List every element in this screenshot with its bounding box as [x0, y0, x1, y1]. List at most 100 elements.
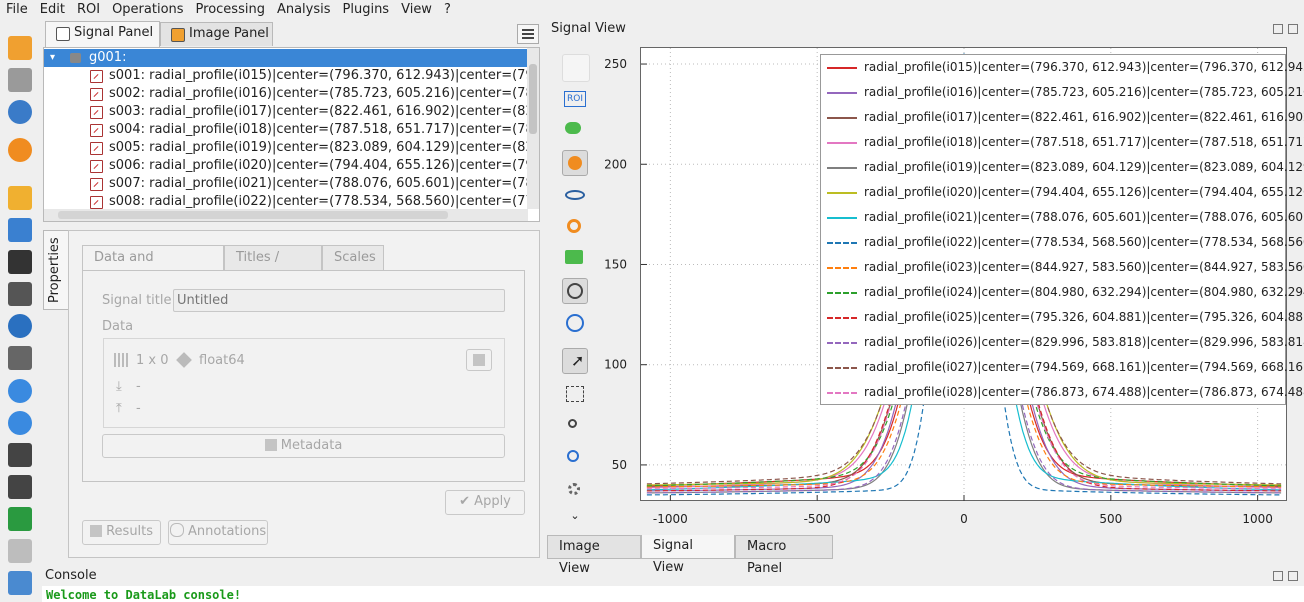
- close-icon[interactable]: [1288, 24, 1298, 34]
- eye-icon[interactable]: [562, 182, 588, 208]
- y-tick-label: 150: [604, 257, 627, 271]
- new-signal-icon[interactable]: [8, 36, 32, 60]
- save-icon[interactable]: [8, 68, 32, 92]
- legend-entry[interactable]: radial_profile(i024)|center=(804.980, 63…: [821, 285, 1304, 301]
- rectangle-select-icon[interactable]: [562, 381, 588, 407]
- save-all-icon[interactable]: [8, 282, 32, 306]
- console-area[interactable]: Welcome to DataLab console!: [42, 586, 1304, 602]
- zoom-icon[interactable]: [8, 100, 32, 124]
- open-folder-icon[interactable]: [8, 186, 32, 210]
- data-label: Data: [102, 319, 134, 334]
- cross-section-icon[interactable]: [562, 278, 588, 304]
- menu-plugins[interactable]: Plugins: [337, 0, 396, 20]
- autoscale-icon[interactable]: [562, 214, 588, 240]
- view-data-button[interactable]: [466, 349, 492, 371]
- import-icon[interactable]: [8, 346, 32, 370]
- comment-icon[interactable]: [562, 246, 588, 272]
- delete-icon[interactable]: [8, 475, 32, 499]
- ellipse-annotation-icon[interactable]: [562, 118, 588, 144]
- menu-file[interactable]: File: [0, 0, 34, 20]
- table-icon: [473, 354, 485, 366]
- legend-swatch: [827, 192, 857, 194]
- select-pointer-icon[interactable]: ➚: [562, 348, 588, 374]
- duplicate-icon[interactable]: [8, 443, 32, 467]
- shape-value: 1 x 0: [136, 353, 169, 368]
- zoom-small-icon[interactable]: [562, 413, 588, 439]
- tab-image-panel[interactable]: Image Panel: [160, 22, 273, 46]
- menu-roi[interactable]: ROI: [71, 0, 106, 20]
- run-icon[interactable]: [8, 507, 32, 531]
- gear-icon[interactable]: [562, 477, 588, 503]
- tab-image-view[interactable]: Image View: [547, 535, 641, 576]
- legend-entry[interactable]: radial_profile(i023)|center=(844.927, 58…: [821, 260, 1304, 276]
- legend-swatch: [827, 117, 857, 119]
- menu-operations[interactable]: Operations: [106, 0, 189, 20]
- settings-icon[interactable]: [8, 138, 32, 162]
- view-icon[interactable]: [8, 571, 32, 595]
- scrollbar-thumb[interactable]: [529, 64, 537, 134]
- signal-title-input[interactable]: [173, 289, 505, 312]
- menu-help[interactable]: ?: [438, 0, 457, 20]
- copy-icon[interactable]: [8, 539, 32, 563]
- legend-entry[interactable]: radial_profile(i021)|center=(788.076, 60…: [821, 210, 1304, 226]
- scrollbar-thumb[interactable]: [58, 211, 448, 219]
- refresh-icon[interactable]: [8, 314, 32, 338]
- tab-signal-view[interactable]: Signal View: [641, 535, 735, 575]
- array-shape-icon: [114, 353, 128, 367]
- legend-entry[interactable]: radial_profile(i015)|center=(796.370, 61…: [821, 60, 1304, 76]
- menu-processing[interactable]: Processing: [190, 0, 271, 20]
- legend-entry[interactable]: radial_profile(i020)|center=(794.404, 65…: [821, 185, 1304, 201]
- color-settings-icon[interactable]: [562, 150, 588, 176]
- legend-entry[interactable]: radial_profile(i018)|center=(787.518, 65…: [821, 135, 1304, 151]
- legend-swatch: [827, 92, 857, 94]
- legend-entry[interactable]: radial_profile(i017)|center=(822.461, 61…: [821, 110, 1304, 126]
- apply-button[interactable]: ✔ Apply: [445, 490, 525, 515]
- properties-side-tab[interactable]: Properties: [43, 230, 68, 310]
- legend-entry[interactable]: radial_profile(i025)|center=(795.326, 60…: [821, 310, 1304, 326]
- roi-icon[interactable]: ROI: [562, 86, 588, 112]
- expand-arrow-icon[interactable]: ▾: [50, 49, 55, 67]
- legend-entry[interactable]: radial_profile(i022)|center=(778.534, 56…: [821, 235, 1304, 251]
- legend-entry[interactable]: radial_profile(i026)|center=(829.996, 58…: [821, 335, 1304, 351]
- tab-macro-panel[interactable]: Macro Panel: [735, 535, 833, 576]
- tab-titles-units[interactable]: Titles / Units: [224, 245, 322, 289]
- move-down-icon[interactable]: [8, 411, 32, 435]
- annotations-button[interactable]: Annotations: [168, 520, 268, 545]
- float-icon[interactable]: [1273, 24, 1283, 34]
- calendar-icon[interactable]: [562, 54, 590, 82]
- tab-scales[interactable]: Scales: [322, 245, 384, 270]
- menu-edit[interactable]: Edit: [34, 0, 71, 20]
- console-close-icon[interactable]: [1288, 571, 1298, 581]
- xmin-icon: ⤓: [116, 379, 122, 394]
- console-float-icon[interactable]: [1273, 571, 1283, 581]
- upload-icon[interactable]: [8, 218, 32, 242]
- zoom-in-icon[interactable]: [562, 445, 588, 471]
- tree-horizontal-scrollbar[interactable]: [44, 209, 528, 221]
- legend-label: radial_profile(i019)|center=(823.089, 60…: [864, 160, 1304, 174]
- legend-label: radial_profile(i024)|center=(804.980, 63…: [864, 285, 1304, 299]
- chart-legend[interactable]: radial_profile(i015)|center=(796.370, 61…: [820, 54, 1304, 405]
- legend-entry[interactable]: radial_profile(i019)|center=(823.089, 60…: [821, 160, 1304, 176]
- tree-group-row[interactable]: ▾ g001:: [44, 49, 528, 67]
- move-up-icon[interactable]: [8, 379, 32, 403]
- no-grid-icon[interactable]: [562, 310, 588, 336]
- list-menu-button[interactable]: [517, 24, 539, 44]
- menu-analysis[interactable]: Analysis: [271, 0, 337, 20]
- legend-entry[interactable]: radial_profile(i028)|center=(786.873, 67…: [821, 385, 1304, 401]
- results-button[interactable]: Results: [82, 520, 161, 545]
- tree-vertical-scrollbar[interactable]: [527, 48, 539, 209]
- group-icon: [70, 53, 81, 63]
- legend-label: radial_profile(i020)|center=(794.404, 65…: [864, 185, 1304, 199]
- legend-label: radial_profile(i026)|center=(829.996, 58…: [864, 335, 1304, 349]
- metadata-button[interactable]: Metadata: [102, 434, 505, 458]
- data-group: [103, 338, 505, 428]
- more-tools-icon[interactable]: ⌄: [562, 503, 588, 529]
- tab-data-metadata[interactable]: Data and metadata: [82, 245, 224, 289]
- legend-entry[interactable]: radial_profile(i027)|center=(794.569, 66…: [821, 360, 1304, 376]
- menu-view[interactable]: View: [395, 0, 438, 20]
- x-tick-label: 0: [960, 512, 968, 526]
- legend-entry[interactable]: radial_profile(i016)|center=(785.723, 60…: [821, 85, 1304, 101]
- tab-signal-panel[interactable]: Signal Panel: [45, 21, 160, 47]
- signal-tree[interactable]: ▾ g001: s001: radial_profile(i015)|cente…: [43, 47, 540, 222]
- save-file-icon[interactable]: [8, 250, 32, 274]
